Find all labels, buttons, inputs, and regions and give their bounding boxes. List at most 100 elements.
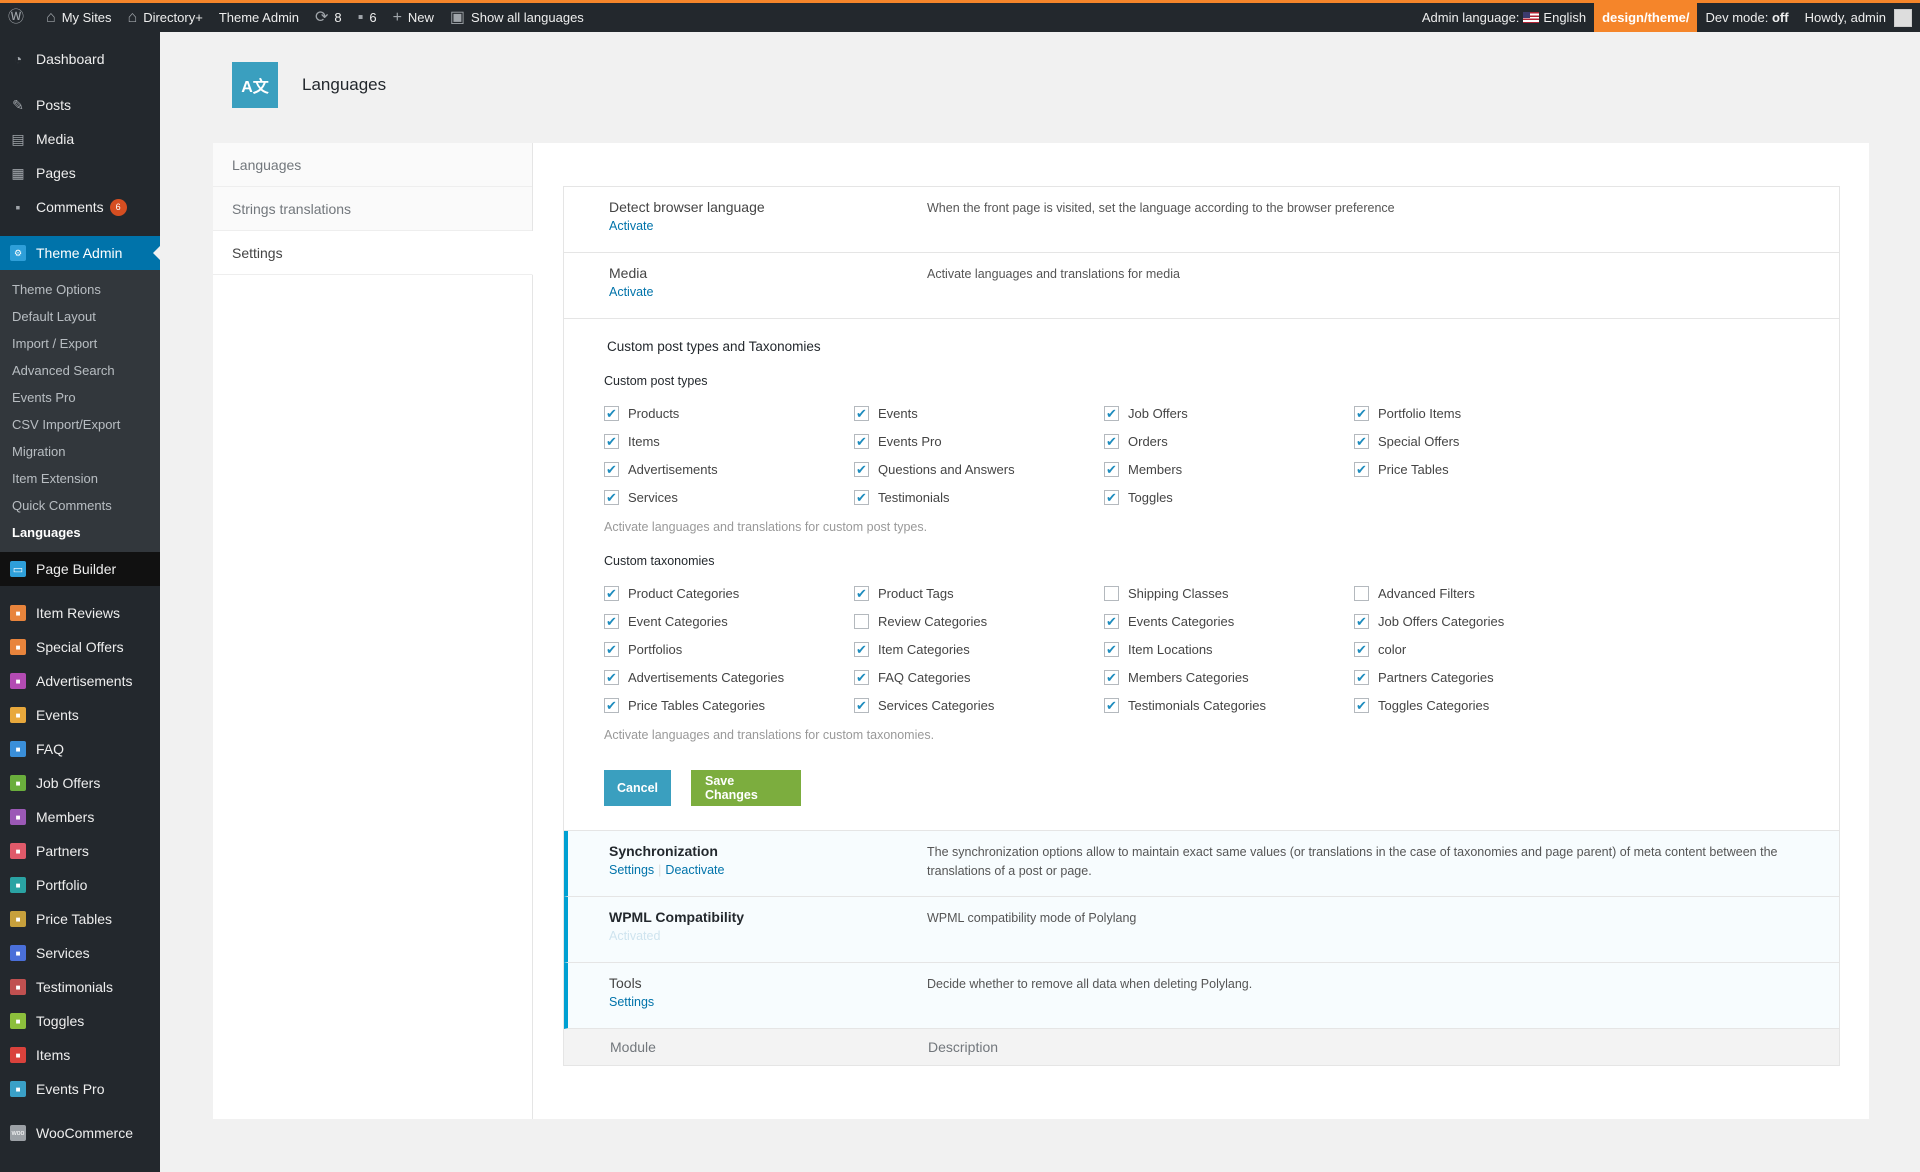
checkbox-event-categories[interactable]: ✔ Event Categories	[604, 612, 854, 630]
my-sites-menu[interactable]: ⌂ My Sites	[38, 3, 120, 32]
checkbox-checked-icon[interactable]: ✔	[1104, 461, 1119, 477]
checkbox-job-offers-categories[interactable]: ✔ Job Offers Categories	[1354, 612, 1604, 630]
menu-services[interactable]: ■ Services	[0, 936, 160, 970]
checkbox-checked-icon[interactable]: ✔	[854, 489, 869, 505]
checkbox-services-categories[interactable]: ✔ Services Categories	[854, 696, 1104, 714]
save-changes-button[interactable]: Save Changes	[691, 770, 801, 806]
checkbox-checked-icon[interactable]: ✔	[604, 585, 619, 601]
checkbox-checked-icon[interactable]: ✔	[1104, 641, 1119, 657]
menu-job-offers[interactable]: ■ Job Offers	[0, 766, 160, 800]
menu-events-pro[interactable]: ■ Events Pro	[0, 1072, 160, 1106]
checkbox-checked-icon[interactable]: ✔	[1354, 461, 1369, 477]
checkbox-checked-icon[interactable]: ✔	[854, 697, 869, 713]
sync-deactivate-link[interactable]: Deactivate	[665, 863, 724, 877]
checkbox-item-locations[interactable]: ✔ Item Locations	[1104, 640, 1354, 658]
menu-partners[interactable]: ■ Partners	[0, 834, 160, 868]
checkbox-checked-icon[interactable]: ✔	[604, 641, 619, 657]
checkbox-checked-icon[interactable]: ✔	[604, 489, 619, 505]
sync-settings-link[interactable]: Settings	[609, 863, 654, 877]
checkbox-advanced-filters[interactable]: Advanced Filters	[1354, 584, 1604, 602]
checkbox-checked-icon[interactable]: ✔	[854, 669, 869, 685]
checkbox-checked-icon[interactable]: ✔	[854, 641, 869, 657]
checkbox-checked-icon[interactable]: ✔	[604, 697, 619, 713]
submenu-migration[interactable]: Migration	[0, 438, 160, 465]
comments-menu[interactable]: ▪ 6	[350, 3, 385, 32]
checkbox-color[interactable]: ✔ color	[1354, 640, 1604, 658]
language-filter-menu[interactable]: ▣ Show all languages	[442, 3, 592, 32]
wordpress-logo[interactable]: Ⓦ	[0, 3, 38, 32]
checkbox-orders[interactable]: ✔ Orders	[1104, 432, 1354, 450]
checkbox-product-tags[interactable]: ✔ Product Tags	[854, 584, 1104, 602]
checkbox-special-offers[interactable]: ✔ Special Offers	[1354, 432, 1604, 450]
checkbox-empty-icon[interactable]	[1104, 585, 1119, 601]
checkbox-checked-icon[interactable]: ✔	[1104, 433, 1119, 449]
menu-faq[interactable]: ■ FAQ	[0, 732, 160, 766]
checkbox-toggles[interactable]: ✔ Toggles	[1104, 488, 1354, 506]
checkbox-checked-icon[interactable]: ✔	[1354, 697, 1369, 713]
dev-mode-toggle[interactable]: Dev mode: off	[1697, 3, 1796, 32]
tab-strings-translations[interactable]: Strings translations	[213, 187, 532, 231]
submenu-quick-comments[interactable]: Quick Comments	[0, 492, 160, 519]
checkbox-checked-icon[interactable]: ✔	[854, 405, 869, 421]
checkbox-price-tables[interactable]: ✔ Price Tables	[1354, 460, 1604, 478]
submenu-csv-import-export[interactable]: CSV Import/Export	[0, 411, 160, 438]
checkbox-checked-icon[interactable]: ✔	[1104, 697, 1119, 713]
activate-media-link[interactable]: Activate	[609, 285, 653, 299]
checkbox-job-offers[interactable]: ✔ Job Offers	[1104, 404, 1354, 422]
menu-advertisements[interactable]: ■ Advertisements	[0, 664, 160, 698]
tab-settings[interactable]: Settings	[213, 231, 533, 275]
submenu-theme-options[interactable]: Theme Options	[0, 276, 160, 303]
menu-members[interactable]: ■ Members	[0, 800, 160, 834]
menu-comments[interactable]: ▪ Comments 6	[0, 190, 160, 224]
menu-pages[interactable]: ▦ Pages	[0, 156, 160, 190]
checkbox-checked-icon[interactable]: ✔	[1104, 613, 1119, 629]
checkbox-advertisements[interactable]: ✔ Advertisements	[604, 460, 854, 478]
menu-portfolio[interactable]: ■ Portfolio	[0, 868, 160, 902]
submenu-languages[interactable]: Languages	[0, 519, 160, 546]
checkbox-checked-icon[interactable]: ✔	[1354, 433, 1369, 449]
checkbox-empty-icon[interactable]	[854, 613, 869, 629]
footer-module-header[interactable]: Module	[610, 1039, 928, 1055]
activate-browser-link[interactable]: Activate	[609, 219, 653, 233]
submenu-events-pro[interactable]: Events Pro	[0, 384, 160, 411]
updates-menu[interactable]: ⟳ 8	[307, 3, 350, 32]
menu-media[interactable]: ▤ Media	[0, 122, 160, 156]
theme-admin-menu[interactable]: Theme Admin	[211, 3, 307, 32]
admin-language-menu[interactable]: Admin language: English	[1414, 3, 1594, 32]
tools-settings-link[interactable]: Settings	[609, 995, 654, 1009]
menu-special-offers[interactable]: ■ Special Offers	[0, 630, 160, 664]
checkbox-services[interactable]: ✔ Services	[604, 488, 854, 506]
submenu-item-extension[interactable]: Item Extension	[0, 465, 160, 492]
menu-toggles[interactable]: ■ Toggles	[0, 1004, 160, 1038]
menu-woocommerce[interactable]: woo WooCommerce	[0, 1116, 160, 1150]
checkbox-checked-icon[interactable]: ✔	[604, 669, 619, 685]
checkbox-checked-icon[interactable]: ✔	[604, 405, 619, 421]
new-content-menu[interactable]: + New	[385, 3, 442, 32]
tab-languages[interactable]: Languages	[213, 143, 532, 187]
site-name-menu[interactable]: ⌂ Directory+	[120, 3, 211, 32]
checkbox-testimonials[interactable]: ✔ Testimonials	[854, 488, 1104, 506]
checkbox-empty-icon[interactable]	[1354, 585, 1369, 601]
checkbox-members-categories[interactable]: ✔ Members Categories	[1104, 668, 1354, 686]
checkbox-checked-icon[interactable]: ✔	[1354, 405, 1369, 421]
checkbox-checked-icon[interactable]: ✔	[1354, 641, 1369, 657]
checkbox-checked-icon[interactable]: ✔	[1354, 613, 1369, 629]
checkbox-faq-categories[interactable]: ✔ FAQ Categories	[854, 668, 1104, 686]
account-menu[interactable]: Howdy, admin	[1797, 3, 1920, 32]
checkbox-toggles-categories[interactable]: ✔ Toggles Categories	[1354, 696, 1604, 714]
checkbox-advertisements-categories[interactable]: ✔ Advertisements Categories	[604, 668, 854, 686]
checkbox-checked-icon[interactable]: ✔	[1104, 489, 1119, 505]
checkbox-checked-icon[interactable]: ✔	[604, 613, 619, 629]
checkbox-portfolios[interactable]: ✔ Portfolios	[604, 640, 854, 658]
menu-dashboard[interactable]: ◔ Dashboard	[0, 42, 160, 76]
checkbox-price-tables-categories[interactable]: ✔ Price Tables Categories	[604, 696, 854, 714]
checkbox-checked-icon[interactable]: ✔	[854, 433, 869, 449]
checkbox-checked-icon[interactable]: ✔	[854, 585, 869, 601]
menu-item-reviews[interactable]: ■ Item Reviews	[0, 596, 160, 630]
checkbox-checked-icon[interactable]: ✔	[1104, 405, 1119, 421]
menu-page-builder[interactable]: ▭ Page Builder	[0, 552, 160, 586]
menu-theme-admin[interactable]: ⚙ Theme Admin	[0, 236, 160, 270]
checkbox-checked-icon[interactable]: ✔	[604, 433, 619, 449]
menu-posts[interactable]: ✎ Posts	[0, 88, 160, 122]
checkbox-questions-and-answers[interactable]: ✔ Questions and Answers	[854, 460, 1104, 478]
